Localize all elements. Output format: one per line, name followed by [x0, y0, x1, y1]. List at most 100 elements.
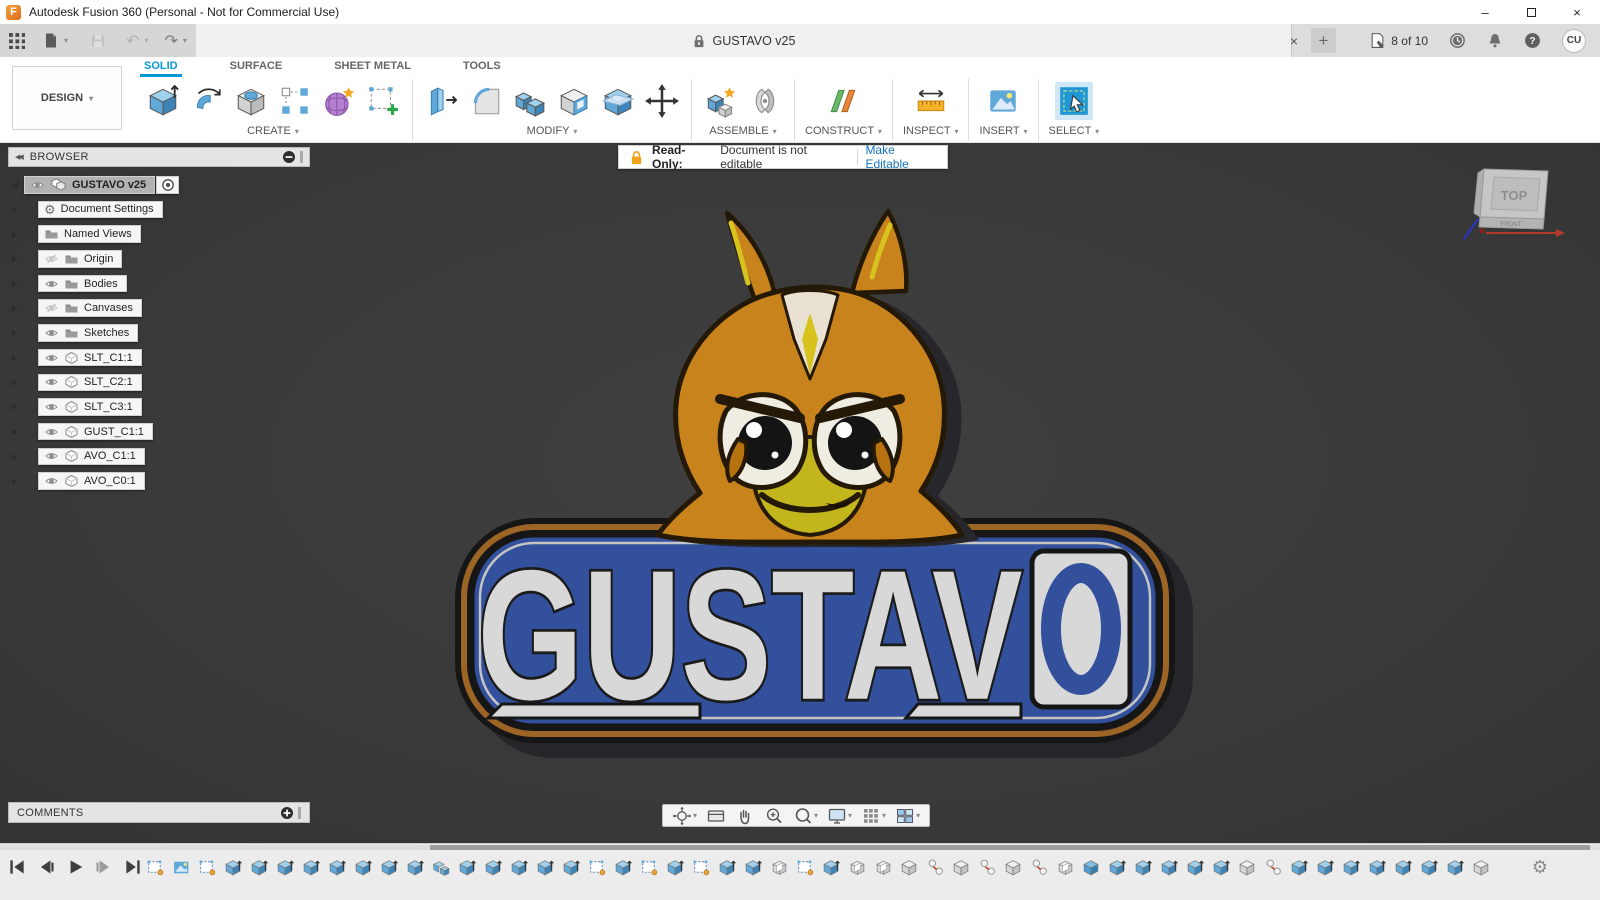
expander-icon[interactable]: ▶	[8, 254, 22, 263]
browser-node[interactable]: AVO_C1:1	[38, 447, 145, 466]
browser-row-named-views[interactable]: ▶ Named Views	[8, 225, 310, 243]
browser-node[interactable]: Sketches	[38, 324, 139, 342]
ribbon-group-label[interactable]: INSPECT ▾	[903, 125, 959, 137]
timeline-feature-extrude-17[interactable]	[561, 854, 581, 880]
ribbon-group-label[interactable]: INSERT ▾	[979, 125, 1027, 137]
3d-viewport[interactable]: GUSTAV ◀◀ BROWSER ◢ GUSTAVO v25 ▶ ⚙ Docu…	[0, 143, 1600, 843]
timeline-feature-extrude-45[interactable]	[1289, 854, 1309, 880]
ribbon-tab-sheet-metal[interactable]: SHEET METAL	[330, 58, 415, 77]
close-tab-button[interactable]: ×	[1283, 30, 1305, 52]
timeline-feature-extrude-9[interactable]	[353, 854, 373, 880]
timeline-feature-extrude-21[interactable]	[665, 854, 685, 880]
timeline-feature-extrude-42[interactable]	[1211, 854, 1231, 880]
browser-row-avo-c0-1[interactable]: ▶ AVO_C0:1	[8, 472, 310, 490]
timeline-feature-graybox-52[interactable]	[1471, 854, 1491, 880]
step-back-button[interactable]	[35, 856, 57, 878]
minimize-button[interactable]: –	[1462, 0, 1508, 24]
timeline-feature-extrude-50[interactable]	[1419, 854, 1439, 880]
undo-caret-icon[interactable]: ▾	[144, 36, 148, 45]
make-editable-link[interactable]: Make Editable	[865, 143, 937, 171]
orbit-tool[interactable]: ▾	[669, 805, 700, 826]
slug-character[interactable]	[655, 208, 965, 545]
restore-button[interactable]	[1508, 0, 1554, 24]
browser-row-avo-c1-1[interactable]: ▶ AVO_C1:1	[8, 447, 310, 466]
hole-button[interactable]	[232, 82, 270, 120]
browser-row-gustavo-v25[interactable]: ◢ GUSTAVO v25	[8, 176, 310, 194]
timeline-feature-copy-35[interactable]	[1029, 854, 1049, 880]
timeline-feature-extrude-6[interactable]	[275, 854, 295, 880]
timeline-feature-copy-44[interactable]	[1263, 854, 1283, 880]
browser-node[interactable]: SLT_C1:1	[38, 348, 142, 367]
timeline-feature-extrude-10[interactable]	[379, 854, 399, 880]
visibility-eye-icon[interactable]	[44, 400, 59, 414]
timeline-feature-solid-37[interactable]	[1081, 854, 1101, 880]
file-menu-icon[interactable]	[43, 28, 59, 54]
timeline-feature-extrude-4[interactable]	[223, 854, 243, 880]
visibility-eye-icon[interactable]	[44, 375, 59, 389]
visibility-eye-icon[interactable]	[44, 326, 59, 340]
app-grid-icon[interactable]	[8, 28, 25, 54]
expander-icon[interactable]: ▶	[8, 205, 22, 214]
go-to-end-button[interactable]	[122, 856, 144, 878]
timeline-feature-extrude-15[interactable]	[509, 854, 529, 880]
timeline-feature-sketch-22[interactable]	[691, 854, 711, 880]
rectangular-pattern-button[interactable]	[276, 82, 314, 120]
browser-header[interactable]: ◀◀ BROWSER	[8, 147, 310, 167]
timeline-feature-extrude-41[interactable]	[1185, 854, 1205, 880]
timeline-feature-extrude-48[interactable]	[1367, 854, 1387, 880]
dropdown-caret-icon[interactable]: ▾	[916, 811, 920, 820]
browser-node[interactable]: GUST_C1:1	[38, 422, 153, 441]
timeline-feature-extrude-23[interactable]	[717, 854, 737, 880]
browser-row-canvases[interactable]: ▶ Canvases	[8, 299, 310, 317]
timeline-feature-combine-12[interactable]	[431, 854, 451, 880]
look-at-tool[interactable]	[703, 805, 729, 826]
logo-plate[interactable]: GUSTAV	[455, 518, 1175, 743]
dropdown-caret-icon[interactable]: ▾	[882, 811, 886, 820]
browser-row-sketches[interactable]: ▶ Sketches	[8, 324, 310, 342]
expander-icon[interactable]: ▶	[8, 304, 22, 313]
move-button[interactable]	[643, 82, 681, 120]
timeline-feature-extrude-47[interactable]	[1341, 854, 1361, 880]
comments-panel[interactable]: COMMENTS	[8, 802, 310, 823]
timeline-feature-graybox-43[interactable]	[1237, 854, 1257, 880]
expander-icon[interactable]: ▶	[8, 477, 22, 486]
display-settings-tool[interactable]: ▾	[824, 805, 855, 826]
expander-icon[interactable]: ▶	[8, 452, 22, 461]
browser-node[interactable]: Bodies	[38, 274, 127, 293]
visibility-eye-off-icon[interactable]	[44, 301, 59, 315]
redo-icon[interactable]: ↷	[164, 28, 177, 54]
timeline-feature-extrude-51[interactable]	[1445, 854, 1465, 880]
timeline-scrollbar-thumb[interactable]	[430, 845, 1590, 850]
timeline-feature-extrude-13[interactable]	[457, 854, 477, 880]
viewcube-top-label[interactable]: TOP	[1501, 188, 1528, 203]
timeline-feature-extrude-27[interactable]	[821, 854, 841, 880]
pan-tool[interactable]	[732, 805, 758, 826]
visibility-eye-icon[interactable]	[44, 474, 59, 488]
timeline-feature-hollow-36[interactable]	[1055, 854, 1075, 880]
timeline-feature-copy-33[interactable]	[977, 854, 997, 880]
timeline-feature-extrude-5[interactable]	[249, 854, 269, 880]
timeline-feature-extrude-46[interactable]	[1315, 854, 1335, 880]
browser-node[interactable]: SLT_C3:1	[38, 398, 142, 416]
browser-node[interactable]: ⚙ Document Settings	[38, 200, 163, 219]
document-tab[interactable]: GUSTAVO v25	[196, 24, 1292, 57]
split-body-button[interactable]	[599, 82, 637, 120]
browser-row-gust-c1-1[interactable]: ▶ GUST_C1:1	[8, 422, 310, 441]
timeline-feature-hollow-25[interactable]	[769, 854, 789, 880]
browser-row-slt-c3-1[interactable]: ▶ SLT_C3:1	[8, 398, 310, 416]
visibility-eye-icon[interactable]	[44, 449, 59, 463]
timeline-feature-extrude-24[interactable]	[743, 854, 763, 880]
timeline-feature-graybox-32[interactable]	[951, 854, 971, 880]
timeline-feature-extrude-38[interactable]	[1107, 854, 1127, 880]
timeline-feature-extrude-40[interactable]	[1159, 854, 1179, 880]
timeline-feature-extrude-14[interactable]	[483, 854, 503, 880]
timeline-feature-sketch-3[interactable]	[197, 854, 217, 880]
expander-icon[interactable]: ▶	[8, 279, 22, 288]
undo-icon[interactable]: ↶	[126, 28, 139, 54]
timeline-feature-hollow-29[interactable]	[873, 854, 893, 880]
save-icon[interactable]	[90, 28, 106, 54]
fit-tool[interactable]: ▾	[790, 805, 821, 826]
ribbon-tab-tools[interactable]: TOOLS	[459, 58, 505, 77]
timeline-feature-extrude-7[interactable]	[301, 854, 321, 880]
expander-icon[interactable]: ▶	[8, 353, 22, 362]
